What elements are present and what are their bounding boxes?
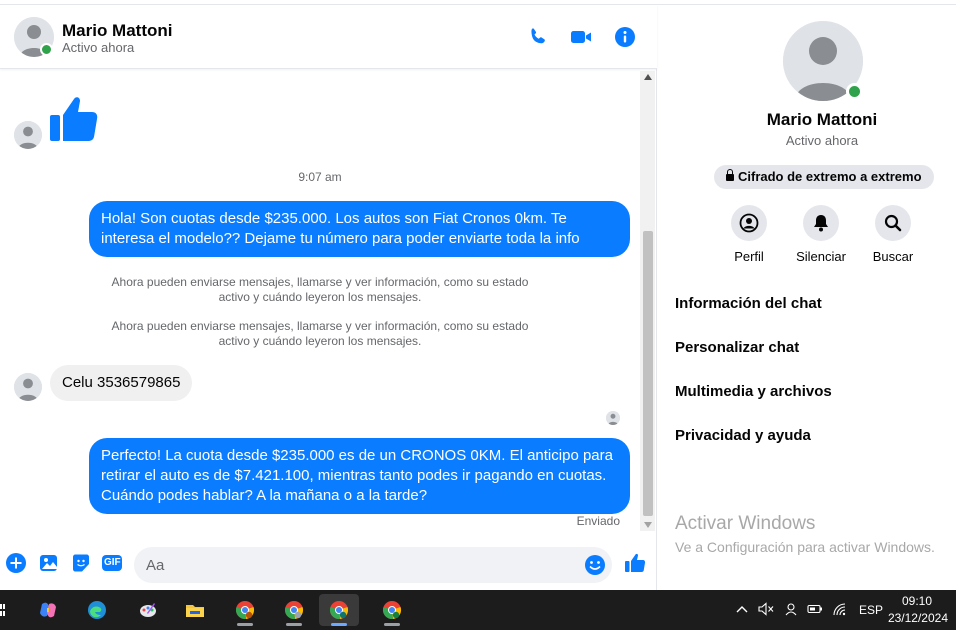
palette-icon [138,600,158,620]
online-indicator [846,83,863,100]
outgoing-message[interactable]: Perfecto! La cuota desde $235.000 es de … [89,438,630,514]
chrome-icon [235,600,255,620]
search-icon [884,214,902,232]
paint-app[interactable] [128,594,168,626]
chevron-up-icon[interactable] [736,604,748,614]
conversation-info-pane: Mario Mattoni Activo ahora Cifrado de ex… [658,5,956,590]
wifi-icon[interactable] [832,602,848,616]
thumbs-up-message-icon[interactable] [48,93,100,145]
encryption-badge[interactable]: Cifrado de extremo a extremo [714,165,934,189]
lock-icon [726,169,734,181]
thumbs-up-send-icon[interactable] [624,552,646,574]
folder-icon [185,600,205,620]
chrome-icon [382,600,402,620]
menu-privacy-help[interactable]: Privacidad y ayuda [675,427,811,444]
screen: Mario Mattoni Activo ahora 9:07 am Hola!… [0,0,956,630]
clock-date[interactable]: 23/12/2024 [888,611,948,625]
video-call-icon[interactable] [569,25,593,49]
chat-header: Mario Mattoni Activo ahora [0,5,657,69]
activate-windows-title: Activar Windows [675,513,816,534]
emoji-icon[interactable] [584,554,606,576]
contact-name[interactable]: Mario Mattoni [62,21,173,41]
file-explorer-app[interactable] [175,594,215,626]
search-action-button[interactable]: Buscar [863,205,923,264]
message-list[interactable]: 9:07 am Hola! Son cuotas desde $235.000.… [0,69,640,529]
profile-icon [739,213,759,233]
edge-app[interactable] [77,594,117,626]
copilot-icon [38,600,58,620]
running-indicator [384,623,400,626]
info-icon[interactable] [613,25,637,49]
scroll-thumb[interactable] [643,231,653,516]
copilot-app[interactable] [28,594,68,626]
profile-action-button[interactable]: Perfil [719,205,779,264]
outgoing-message[interactable]: Hola! Son cuotas desde $235.000. Los aut… [89,201,630,257]
timestamp-separator: 9:07 am [298,170,342,184]
composer: GIF [0,540,657,590]
running-indicator [286,623,302,626]
menu-media-files[interactable]: Multimedia y archivos [675,383,832,400]
profile-status: Activo ahora [785,133,859,148]
chrome-icon [329,600,349,620]
sticker-icon[interactable] [70,552,92,574]
sent-status: Enviado [576,514,620,528]
gif-icon[interactable]: GIF [101,552,123,574]
start-icon[interactable] [0,603,6,617]
incoming-message[interactable]: Celu 3536579865 [50,365,193,401]
contact-status: Activo ahora [62,40,135,55]
chat-pane: Mario Mattoni Activo ahora 9:07 am Hola!… [0,5,657,590]
profile-name: Mario Mattoni [766,110,878,129]
clock-time[interactable]: 09:10 [902,594,932,608]
phone-icon[interactable] [526,25,550,49]
language-indicator[interactable]: ESP [859,603,883,617]
message-input[interactable] [146,555,566,575]
gif-label: GIF [104,557,121,568]
chrome-icon [284,600,304,620]
chrome-app-4[interactable] [372,594,412,626]
activate-windows-subtitle: Ve a Configuración para activar Windows. [675,539,935,555]
sender-avatar [14,373,42,401]
meeting-icon[interactable] [784,602,798,616]
battery-icon[interactable] [807,602,823,616]
online-indicator [40,43,53,56]
system-message: Ahora pueden enviarse mensajes, llamarse… [111,275,529,304]
action-label: Perfil [734,249,764,264]
photo-icon[interactable] [38,552,60,574]
running-indicator [331,623,347,626]
read-receipt-avatar [606,411,620,425]
sender-avatar [14,121,42,149]
edge-icon [87,600,107,620]
bell-icon [814,215,828,232]
taskbar: ESP 09:10 23/12/2024 [0,590,956,630]
system-message: Ahora pueden enviarse mensajes, llamarse… [111,319,529,348]
running-indicator [237,623,253,626]
menu-customize-chat[interactable]: Personalizar chat [675,339,799,356]
chrome-app-1[interactable] [225,594,265,626]
menu-chat-info[interactable]: Información del chat [675,295,822,312]
action-label: Buscar [872,249,914,264]
action-label: Silenciar [796,249,846,264]
speaker-muted-icon[interactable] [758,602,774,616]
plus-icon[interactable] [5,552,27,574]
scroll-down-arrow-icon[interactable] [644,522,652,528]
chrome-app-2[interactable] [274,594,314,626]
scroll-up-arrow-icon[interactable] [644,74,652,80]
message-scrollbar[interactable] [640,71,655,531]
encryption-label: Cifrado de extremo a extremo [738,169,922,184]
chrome-app-3[interactable] [319,594,359,626]
mute-action-button[interactable]: Silenciar [791,205,851,264]
message-input-box[interactable] [134,547,612,583]
